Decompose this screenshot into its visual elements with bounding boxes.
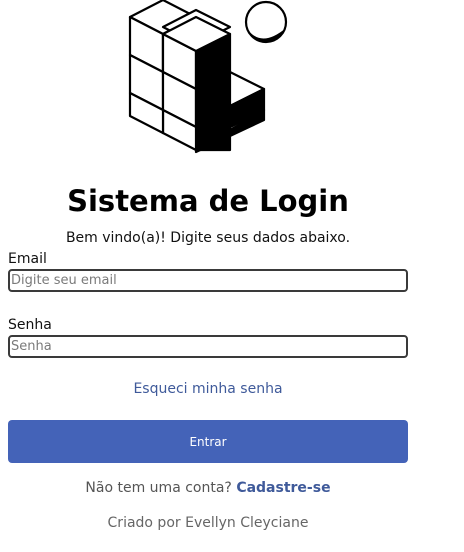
forgot-password-link[interactable]: Esqueci minha senha bbox=[0, 380, 416, 398]
email-label: Email bbox=[8, 251, 47, 267]
password-input[interactable] bbox=[8, 335, 408, 358]
footer-credit: Criado por Evellyn Cleyciane bbox=[107, 515, 309, 531]
email-input[interactable] bbox=[8, 269, 408, 292]
welcome-subtitle: Bem vindo(a)! Digite seus dados abaixo. bbox=[65, 230, 351, 246]
page-title: Sistema de Login bbox=[67, 184, 349, 218]
login-button[interactable]: Entrar bbox=[8, 420, 408, 463]
signup-prompt-line: Não tem uma conta? Cadastre-se bbox=[0, 479, 416, 497]
sphere-shape bbox=[244, 0, 288, 44]
signup-link[interactable]: Cadastre-se bbox=[236, 480, 330, 496]
password-label: Senha bbox=[8, 317, 52, 333]
signup-prompt-text: Não tem uma conta? bbox=[85, 480, 232, 496]
cube-logo-icon bbox=[128, 0, 288, 154]
